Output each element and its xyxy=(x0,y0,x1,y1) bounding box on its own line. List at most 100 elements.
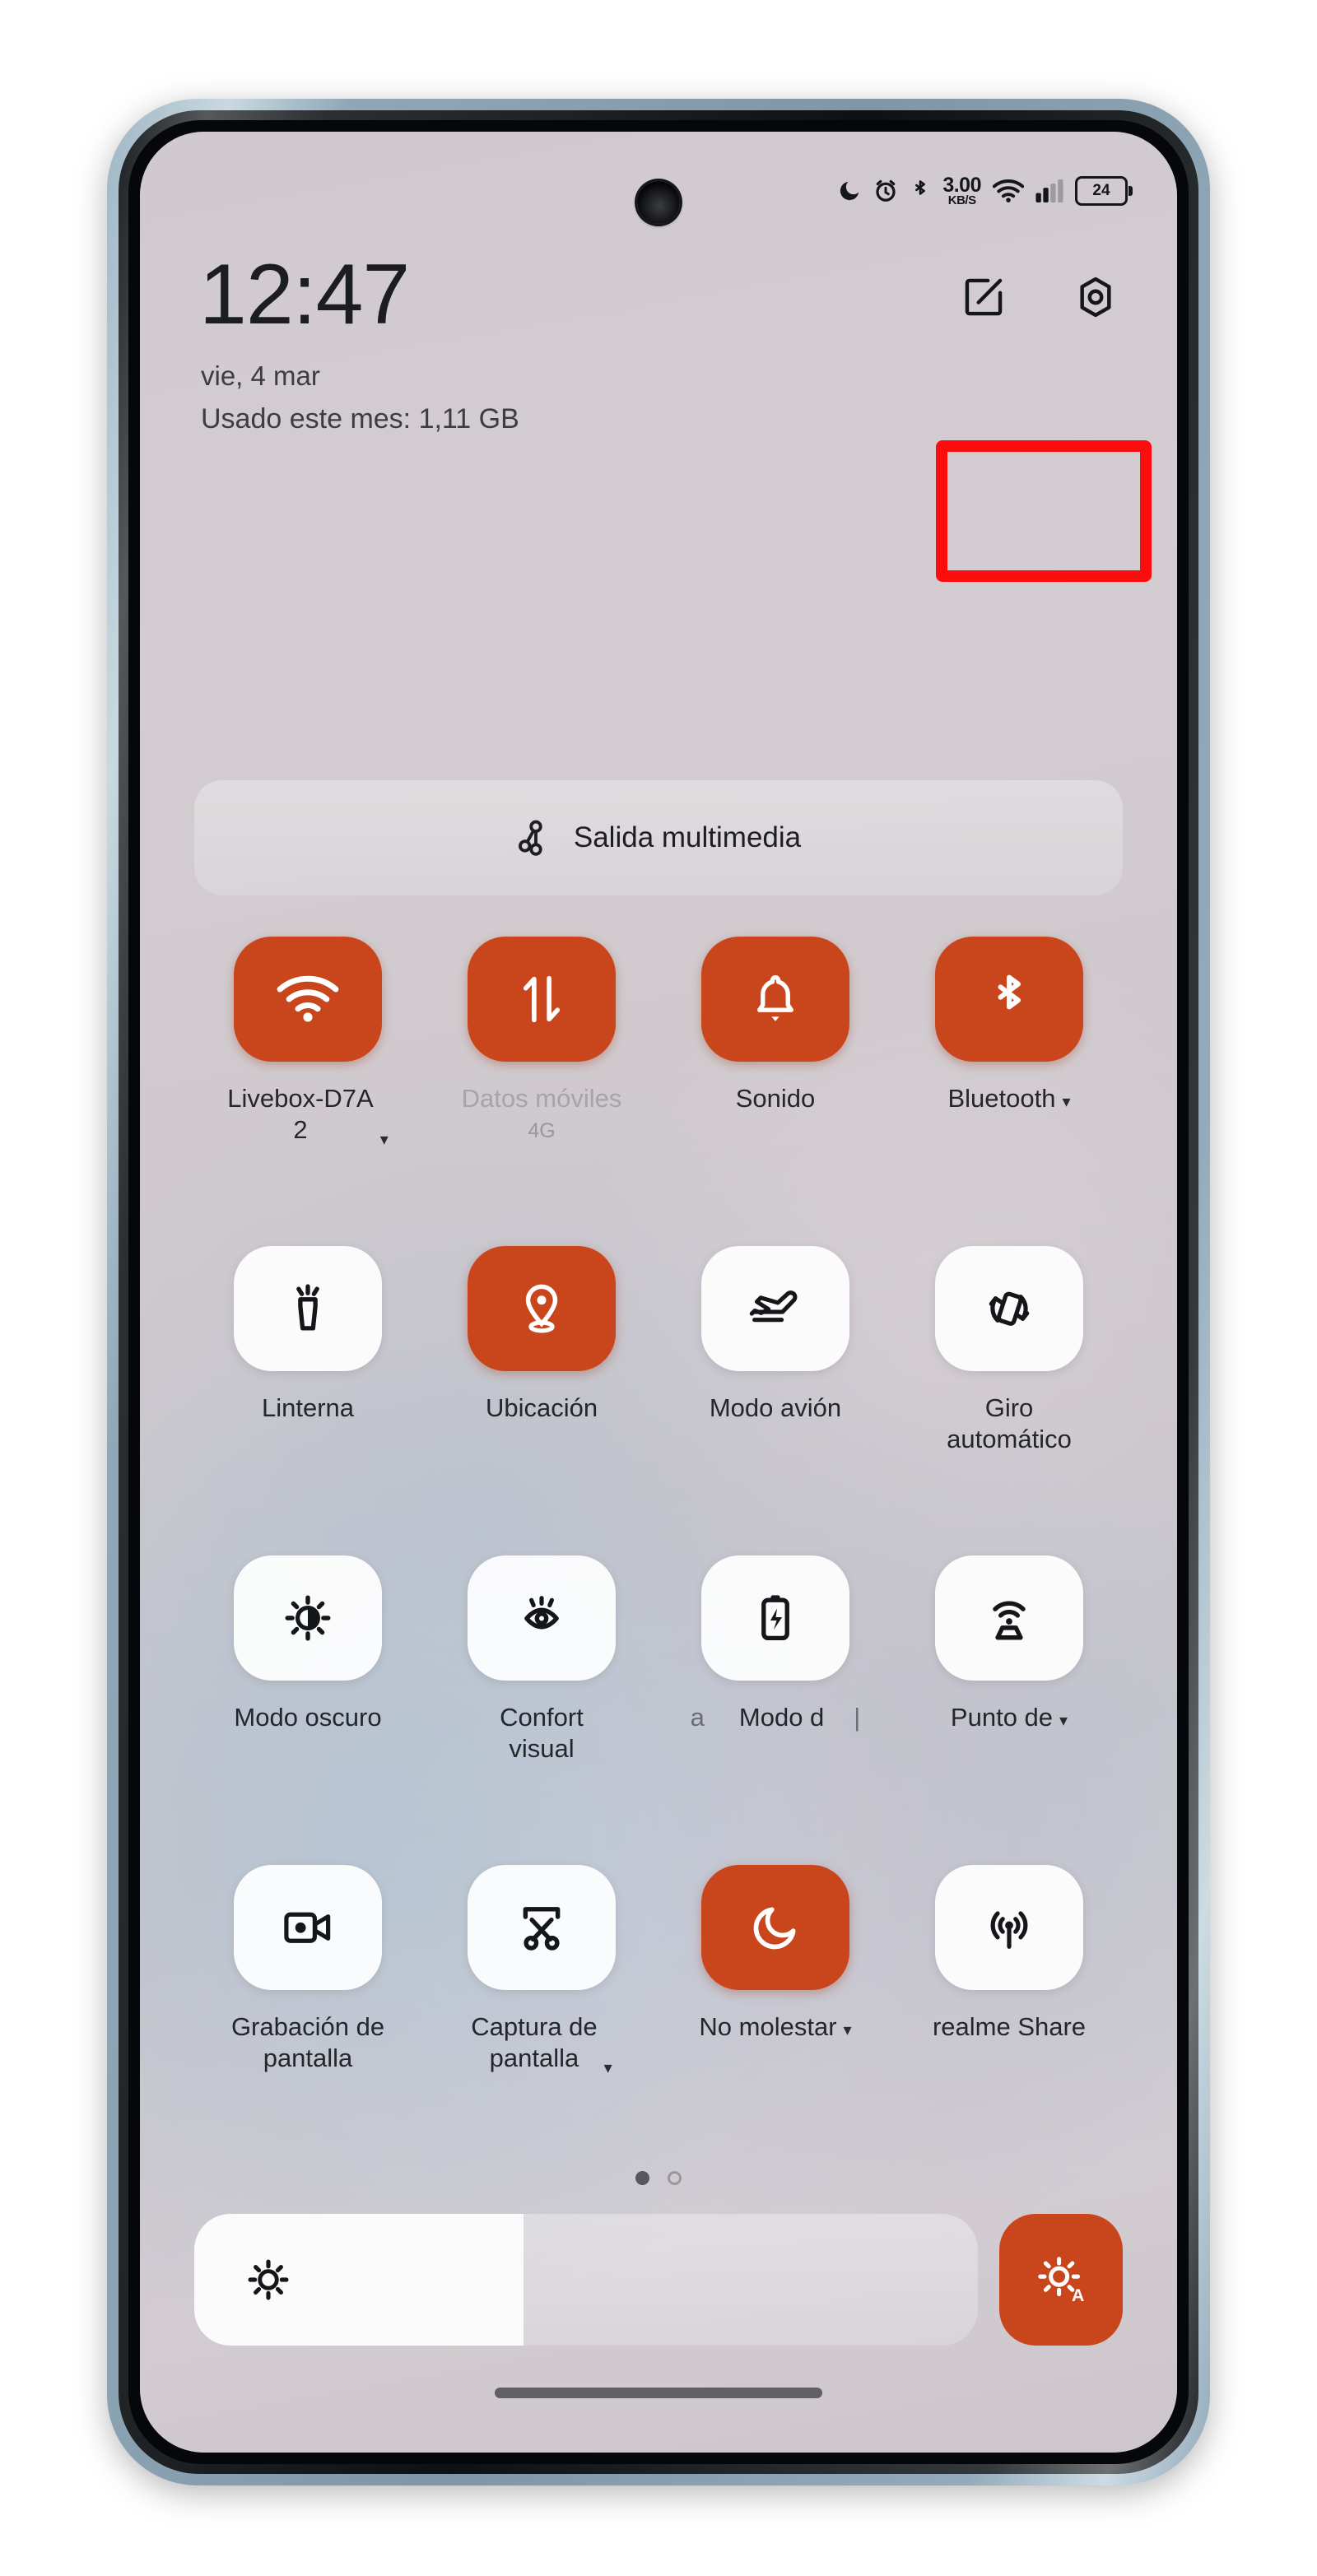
eye-comfort-icon xyxy=(515,1593,568,1644)
alarm-icon xyxy=(873,179,898,203)
tile-auto-rotate-button[interactable] xyxy=(935,1246,1083,1371)
tile-mobile-data[interactable]: Datos móviles 4G xyxy=(425,937,658,1246)
media-output-button[interactable]: Salida multimedia xyxy=(194,780,1123,895)
tile-label-text: Modo d xyxy=(738,1703,825,1732)
tile-bluetooth-label: Bluetooth ▾ xyxy=(902,1083,1116,1114)
tile-flashlight-button[interactable] xyxy=(234,1246,382,1371)
tile-airplane-mode-button[interactable] xyxy=(701,1246,849,1371)
tile-location[interactable]: Ubicación xyxy=(425,1246,658,1555)
page-dot-active[interactable] xyxy=(635,2171,649,2185)
svg-text:A: A xyxy=(1072,2285,1085,2305)
tile-do-not-disturb-button[interactable] xyxy=(701,1865,849,1990)
phone-screen: 3.00 KB/S 24 12:47 vie, 4 mar Usado este… xyxy=(140,132,1177,2453)
tile-screen-recorder-label: Grabación de pantalla xyxy=(201,2011,415,2074)
tile-dark-mode-button[interactable] xyxy=(234,1555,382,1681)
tile-label-text: Datos móviles xyxy=(461,1084,622,1113)
tile-eye-comfort[interactable]: Confort visual xyxy=(425,1555,658,1865)
tile-hotspot[interactable]: Punto de ▾ xyxy=(892,1555,1126,1865)
battery-saver-icon xyxy=(757,1591,793,1645)
tile-bluetooth-button[interactable] xyxy=(935,937,1083,1062)
date-text: vie, 4 mar xyxy=(201,360,320,391)
flashlight-icon xyxy=(286,1281,330,1336)
page-dot-inactive[interactable] xyxy=(668,2171,682,2185)
phone-device-frame: 3.00 KB/S 24 12:47 vie, 4 mar Usado este… xyxy=(107,99,1210,2485)
tile-label-text: Livebox-D7A 2 xyxy=(227,1084,374,1144)
edit-square-pencil-icon xyxy=(961,274,1007,320)
realme-share-icon xyxy=(984,1902,1035,1953)
phone-bezel: 3.00 KB/S 24 12:47 vie, 4 mar Usado este… xyxy=(128,120,1189,2464)
tile-flashlight-label: Linterna xyxy=(201,1393,415,1424)
phone-frame-mid: 3.00 KB/S 24 12:47 vie, 4 mar Usado este… xyxy=(119,110,1198,2474)
auto-rotate-icon xyxy=(984,1283,1035,1334)
tile-screenshot[interactable]: Captura de pantalla ▾ xyxy=(425,1865,658,2174)
airplane-icon xyxy=(748,1284,803,1333)
tile-screen-recorder[interactable]: Grabación de pantalla xyxy=(191,1865,425,2174)
clock-time: 12:47 xyxy=(199,247,410,342)
tile-realme-share-label: realme Share xyxy=(902,2011,1116,2043)
cellular-signal-icon xyxy=(1035,179,1063,202)
mobile-data-arrows-icon xyxy=(517,972,566,1026)
tile-auto-rotate-label: Giro automático xyxy=(902,1393,1116,1455)
network-speed-unit: KB/S xyxy=(947,193,976,207)
tile-label-fragment-divider: | xyxy=(854,1703,861,1732)
tile-auto-rotate[interactable]: Giro automático xyxy=(892,1246,1126,1555)
tile-hotspot-button[interactable] xyxy=(935,1555,1083,1681)
bluetooth-icon xyxy=(987,971,1031,1027)
tile-airplane-mode-label: Modo avión xyxy=(668,1393,882,1424)
auto-brightness-button[interactable]: A xyxy=(999,2214,1123,2346)
chevron-down-icon[interactable]: ▾ xyxy=(1062,1092,1070,1112)
tile-flashlight[interactable]: Linterna xyxy=(191,1246,425,1555)
tile-mobile-data-button[interactable] xyxy=(468,937,616,1062)
tile-mobile-data-label: Datos móviles xyxy=(435,1083,649,1114)
chevron-down-icon[interactable]: ▾ xyxy=(844,2020,852,2040)
battery-level-text: 24 xyxy=(1092,182,1110,199)
chevron-down-icon[interactable]: ▾ xyxy=(380,1130,389,1150)
brightness-sun-icon xyxy=(245,2257,291,2303)
tile-sound-label: Sonido xyxy=(668,1083,882,1114)
home-indicator[interactable] xyxy=(495,2388,822,2398)
tile-label-text: Modo avión xyxy=(709,1393,842,1422)
tile-screenshot-label: Captura de pantalla ▾ xyxy=(435,2011,649,2077)
tile-sound[interactable]: Sonido xyxy=(658,937,892,1246)
screenshot-root: 3.00 KB/S 24 12:47 vie, 4 mar Usado este… xyxy=(0,0,1317,2576)
tile-screenshot-button[interactable] xyxy=(468,1865,616,1990)
brightness-slider[interactable] xyxy=(194,2214,978,2346)
tile-label-text: Linterna xyxy=(261,1393,355,1422)
tile-eye-comfort-button[interactable] xyxy=(468,1555,616,1681)
tile-airplane-mode[interactable]: Modo avión xyxy=(658,1246,892,1555)
wifi-icon xyxy=(993,179,1024,203)
tile-label-text: Captura de pantalla xyxy=(471,2012,598,2072)
tile-screen-recorder-button[interactable] xyxy=(234,1865,382,1990)
dark-mode-sun-icon xyxy=(282,1593,333,1644)
tile-realme-share[interactable]: realme Share xyxy=(892,1865,1126,2174)
chevron-down-icon[interactable]: ▾ xyxy=(1059,1711,1068,1731)
tile-wifi[interactable]: Livebox-D7A 2 ▾ xyxy=(191,937,425,1246)
brightness-row: A xyxy=(194,2214,1123,2346)
tile-label-fragment-a: a xyxy=(690,1703,705,1732)
settings-button[interactable] xyxy=(1068,270,1123,324)
tile-label-text: Punto de xyxy=(950,1703,1054,1732)
tile-sound-button[interactable] xyxy=(701,937,849,1062)
tile-eye-comfort-label: Confort visual xyxy=(435,1702,649,1765)
media-output-label: Salida multimedia xyxy=(573,821,802,853)
chevron-down-icon[interactable]: ▾ xyxy=(604,2058,612,2078)
tile-mobile-data-sublabel: 4G xyxy=(528,1118,556,1142)
network-speed-indicator: 3.00 KB/S xyxy=(942,174,981,207)
edit-quick-settings-button[interactable] xyxy=(956,270,1011,324)
wifi-icon xyxy=(277,974,339,1025)
bluetooth-icon xyxy=(910,179,931,203)
tile-realme-share-button[interactable] xyxy=(935,1865,1083,1990)
tile-bluetooth[interactable]: Bluetooth ▾ xyxy=(892,937,1126,1246)
tile-battery-saver[interactable]: a Modo d | xyxy=(658,1555,892,1865)
tile-do-not-disturb[interactable]: No molestar ▾ xyxy=(658,1865,892,2174)
tile-dark-mode-label: Modo oscuro xyxy=(201,1702,415,1733)
gear-hexagon-icon xyxy=(1073,274,1119,320)
brightness-slider-fill xyxy=(194,2214,524,2346)
tile-battery-saver-button[interactable] xyxy=(701,1555,849,1681)
tile-wifi-button[interactable] xyxy=(234,937,382,1062)
tile-label-text: Confort visual xyxy=(500,1703,584,1763)
tile-dark-mode[interactable]: Modo oscuro xyxy=(191,1555,425,1865)
tile-label-text: Sonido xyxy=(735,1084,816,1113)
cast-media-output-icon xyxy=(516,818,556,858)
tile-location-button[interactable] xyxy=(468,1246,616,1371)
